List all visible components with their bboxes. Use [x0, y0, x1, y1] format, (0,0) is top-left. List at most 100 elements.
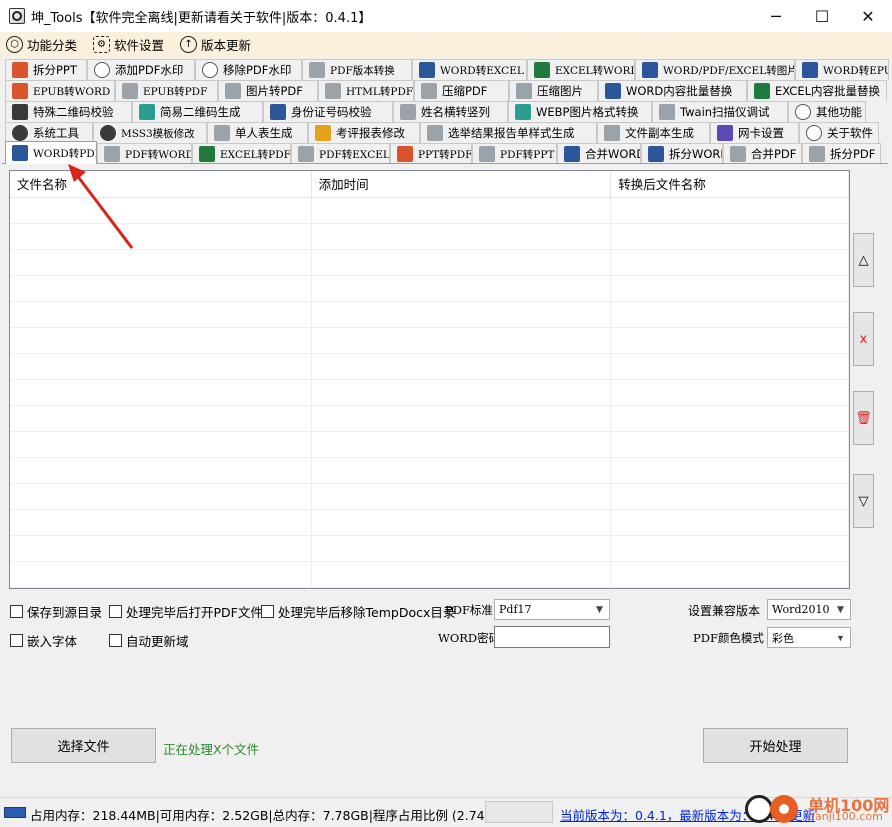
tab-row-2: EPUB转WORD EPUB转PDF 图片转PDF HTML转PDF 压缩PDF… [5, 80, 887, 101]
select-value: Pdf17 [499, 603, 532, 616]
watermark-logo-icon [770, 795, 798, 823]
tab-epub-to-pdf[interactable]: EPUB转PDF [115, 80, 218, 101]
compat-version-select[interactable]: Word2010 ▼ [767, 599, 851, 620]
delete-button[interactable]: x [853, 312, 874, 366]
tab-word-batch-replace[interactable]: WORD内容批量替换 [598, 80, 747, 101]
select-files-button[interactable]: 选择文件 [11, 728, 156, 763]
tab-pdf-to-ppt[interactable]: PDF转PPT [472, 143, 557, 164]
tab-webp-convert[interactable]: WEBP图片格式转换 [508, 101, 652, 122]
table-row[interactable] [10, 328, 849, 354]
move-down-button[interactable]: ▽ [853, 474, 874, 528]
table-row[interactable] [10, 224, 849, 250]
tab-report-modify[interactable]: 考评报表修改 [308, 122, 420, 143]
tab-excel-batch-replace[interactable]: EXCEL内容批量替换 [747, 80, 887, 101]
clear-list-button[interactable]: 🗑 [853, 391, 874, 445]
minimize-button[interactable]: ─ [753, 0, 799, 32]
tab-twain-scanner-debug[interactable]: Twain扫描仪调试 [652, 101, 788, 122]
checkbox-box[interactable] [10, 634, 23, 647]
table-row[interactable] [10, 380, 849, 406]
tab-merge-word[interactable]: 合并WORD [557, 143, 641, 164]
tab-file-copy-generate[interactable]: 文件副本生成 [597, 122, 710, 143]
tab-single-form-generate[interactable]: 单人表生成 [207, 122, 308, 143]
table-cell [611, 302, 849, 328]
table-row[interactable] [10, 250, 849, 276]
tab-label: 特殊二维码校验 [33, 105, 114, 119]
tab-compress-pdf[interactable]: 压缩PDF [414, 80, 509, 101]
tab-pdf-to-excel[interactable]: PDF转EXCEL [291, 143, 390, 164]
tab-special-qr-check[interactable]: 特殊二维码校验 [5, 101, 132, 122]
tab-excel-to-pdf[interactable]: EXCEL转PDF [192, 143, 291, 164]
table-cell [611, 250, 849, 276]
close-button[interactable]: ✕ [845, 0, 891, 32]
checkbox-box[interactable] [261, 605, 274, 618]
column-header-add-time[interactable]: 添加时间 [312, 171, 612, 198]
checkbox-box[interactable] [109, 605, 122, 618]
menu-version-update[interactable]: ↑ 版本更新 [180, 35, 251, 54]
tab-simple-qr-generate[interactable]: 简易二维码生成 [132, 101, 263, 122]
table-row[interactable] [10, 458, 849, 484]
table-row[interactable] [10, 510, 849, 536]
tab-election-report-style[interactable]: 选举结果报告单样式生成 [420, 122, 597, 143]
menu-software-settings[interactable]: ⚙ 软件设置 [93, 35, 164, 54]
word-password-input[interactable] [494, 626, 610, 648]
tab-word-to-pdf[interactable]: WORD转PDF [5, 141, 97, 164]
maximize-button[interactable]: ☐ [799, 0, 845, 32]
tab-word-to-epub[interactable]: WORD转EPUB [795, 59, 889, 80]
tab-other-functions[interactable]: 其他功能 [788, 101, 866, 122]
watermark-icon [202, 62, 218, 78]
column-header-converted-name[interactable]: 转换后文件名称 [611, 171, 849, 198]
table-row[interactable] [10, 562, 849, 588]
remove-temp-checkbox[interactable]: 处理完毕后移除TempDocx目录 [261, 602, 455, 621]
embed-fonts-checkbox[interactable]: 嵌入字体 [10, 631, 77, 650]
column-header-file-name[interactable]: 文件名称 [10, 171, 312, 198]
tab-id-number-check[interactable]: 身份证号码校验 [263, 101, 393, 122]
table-cell [611, 562, 849, 588]
open-pdf-after-checkbox[interactable]: 处理完毕后打开PDF文件 [109, 602, 263, 621]
move-up-button[interactable]: △ [853, 233, 874, 287]
tab-about-software[interactable]: 关于软件 [799, 122, 879, 143]
table-row[interactable] [10, 406, 849, 432]
table-row[interactable] [10, 484, 849, 510]
tab-add-pdf-watermark[interactable]: 添加PDF水印 [87, 59, 195, 80]
tab-system-tools[interactable]: 系统工具 [5, 122, 93, 143]
table-row[interactable] [10, 536, 849, 562]
tab-label: 网卡设置 [738, 126, 784, 140]
tab-name-horizontal-vertical[interactable]: 姓名横转竖列 [393, 101, 508, 122]
save-to-source-checkbox[interactable]: 保存到源目录 [10, 602, 102, 621]
auto-update-fields-checkbox[interactable]: 自动更新域 [109, 631, 189, 650]
checkbox-box[interactable] [10, 605, 23, 618]
tab-mss3-template[interactable]: MSS3模板修改 [93, 122, 207, 143]
tab-image-to-pdf[interactable]: 图片转PDF [218, 80, 318, 101]
file-list-table[interactable]: 文件名称 添加时间 转换后文件名称 [9, 170, 850, 589]
table-row[interactable] [10, 432, 849, 458]
tab-ppt-to-pdf[interactable]: PPT转PDF [390, 143, 472, 164]
tab-epub-to-word[interactable]: EPUB转WORD [5, 80, 115, 101]
start-processing-button[interactable]: 开始处理 [703, 728, 848, 763]
tab-split-ppt[interactable]: 拆分PPT [5, 59, 87, 80]
table-row[interactable] [10, 198, 849, 224]
tab-pdf-to-word[interactable]: PDF转WORD [97, 143, 192, 164]
gear-icon [100, 125, 116, 141]
tab-split-pdf[interactable]: 拆分PDF [802, 143, 881, 164]
tab-word-to-excel[interactable]: WORD转EXCEL [412, 59, 527, 80]
table-row[interactable] [10, 276, 849, 302]
tab-remove-pdf-watermark[interactable]: 移除PDF水印 [195, 59, 302, 80]
pdf-color-mode-select[interactable]: 彩色 ▼ [767, 627, 851, 648]
pdf-standard-select[interactable]: Pdf17 ▼ [494, 599, 610, 620]
tab-excel-to-word[interactable]: EXCEL转WORD [527, 59, 635, 80]
table-cell [10, 536, 312, 562]
table-row[interactable] [10, 354, 849, 380]
tab-html-to-pdf[interactable]: HTML转PDF [318, 80, 414, 101]
tab-split-word[interactable]: 拆分WORD [641, 143, 723, 164]
table-cell [10, 302, 312, 328]
table-row[interactable] [10, 302, 849, 328]
table-cell [611, 354, 849, 380]
checkbox-box[interactable] [109, 634, 122, 647]
tab-merge-pdf[interactable]: 合并PDF [723, 143, 802, 164]
tab-nic-settings[interactable]: 网卡设置 [710, 122, 799, 143]
tab-compress-image[interactable]: 压缩图片 [509, 80, 598, 101]
tab-label: 压缩图片 [537, 84, 583, 98]
menu-function-category[interactable]: ⬡ 功能分类 [6, 35, 77, 54]
tab-word-pdf-excel-to-image[interactable]: WORD/PDF/EXCEL转图片 [635, 59, 795, 80]
tab-pdf-version-convert[interactable]: PDF版本转换 [302, 59, 412, 80]
